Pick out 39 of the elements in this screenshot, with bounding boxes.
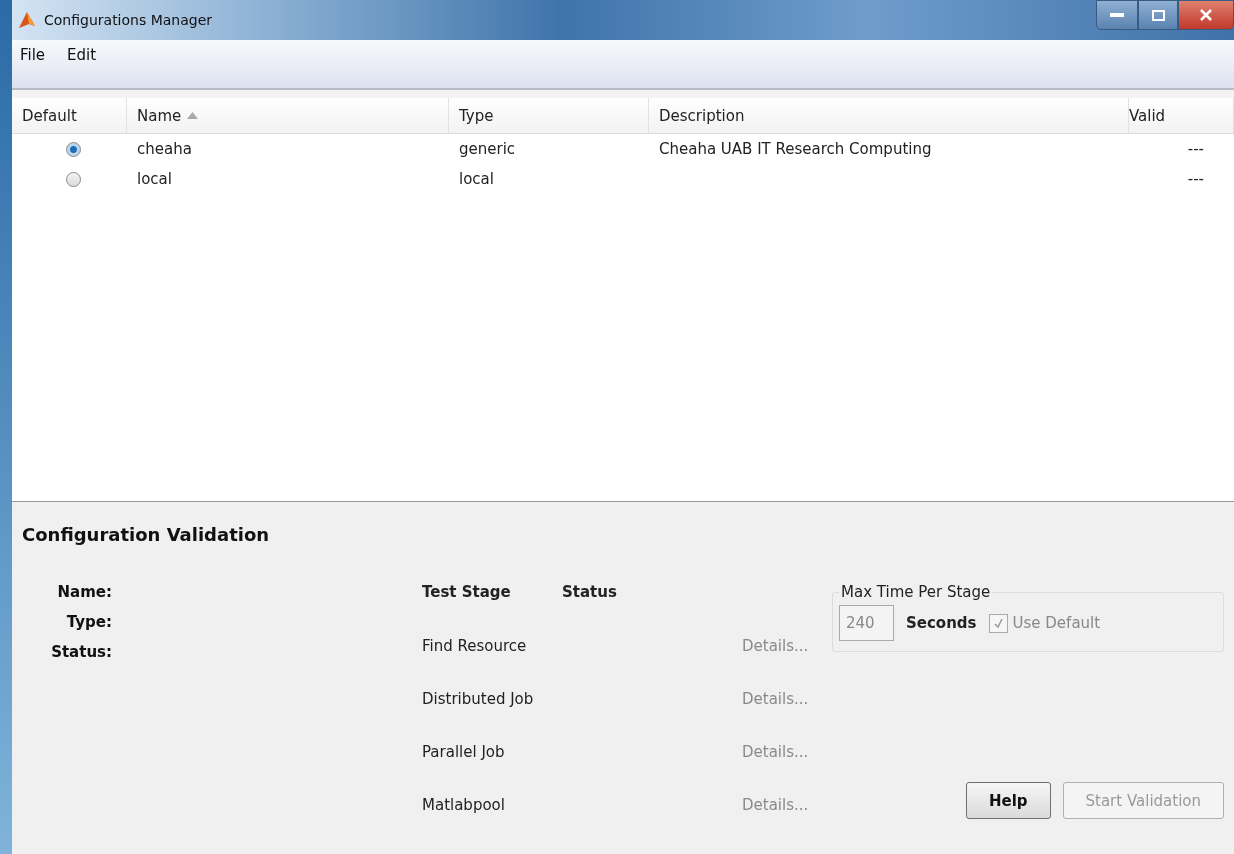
sort-up-icon — [187, 112, 199, 119]
cone-logo-icon — [18, 10, 36, 30]
field-label: Status: — [50, 643, 112, 661]
table-cell-text: --- — [1187, 170, 1205, 188]
test-stage-label: Find Resource — [422, 636, 528, 655]
unit-label: Seconds — [906, 614, 977, 632]
test-stage-label: Distributed Job — [422, 689, 535, 708]
checkmark-icon — [992, 617, 1004, 629]
group-title: Max Time Per Stage — [840, 583, 992, 601]
column-header: Status — [562, 583, 618, 601]
table-cell-text: local — [458, 170, 494, 188]
column-header[interactable]: Valid — [1129, 98, 1234, 133]
minimize-button[interactable] — [1096, 0, 1138, 30]
maximize-button[interactable] — [1138, 0, 1178, 30]
column-header[interactable]: Type — [449, 98, 649, 133]
close-button[interactable] — [1178, 0, 1234, 30]
test-stage-label: Matlabpool — [422, 795, 506, 814]
table-cell-text: generic — [458, 140, 516, 158]
field-label: Type: — [65, 613, 112, 631]
maximize-icon — [1151, 9, 1165, 21]
column-header: Test Stage — [422, 583, 512, 601]
close-icon — [1200, 9, 1212, 21]
default-radio[interactable] — [66, 171, 81, 187]
menu-item[interactable]: Edit — [67, 46, 97, 64]
default-radio[interactable] — [66, 141, 81, 157]
table-cell-text: Cheaha UAB IT Research Computing — [658, 140, 932, 158]
column-header[interactable]: Default — [12, 98, 127, 133]
table-cell-text: local — [136, 170, 172, 188]
test-stage-label: Parallel Job — [422, 742, 506, 761]
window-title: Configurations Manager — [44, 12, 213, 28]
field-label: Name: — [56, 583, 112, 601]
column-header[interactable]: Name — [127, 98, 449, 133]
section-title: Configuration Validation — [22, 524, 271, 545]
table-cell-text: --- — [1187, 140, 1205, 158]
minimize-icon — [1110, 13, 1124, 17]
table-cell-text: cheaha — [136, 140, 192, 158]
menu-item[interactable]: File — [20, 46, 46, 64]
column-header[interactable]: Description — [649, 98, 1129, 133]
dialog-button[interactable]: Help — [965, 782, 1051, 819]
